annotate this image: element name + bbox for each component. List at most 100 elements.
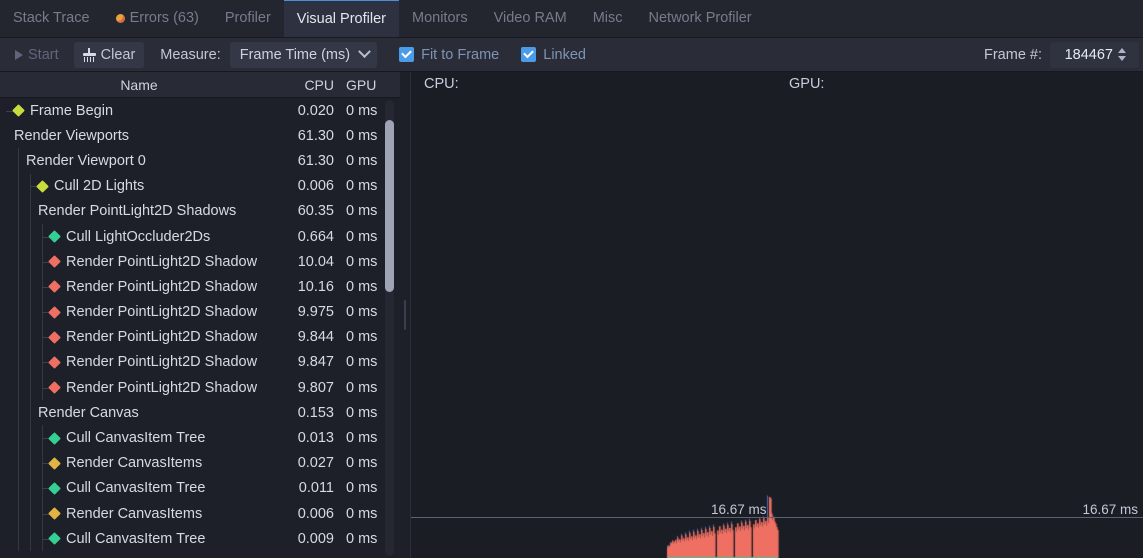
table-row[interactable]: Render Canvas 0.153 0 ms <box>0 400 400 426</box>
frame-number-value[interactable]: 184467 <box>1056 47 1118 63</box>
tree-guide-line <box>30 400 31 426</box>
row-label: Cull CanvasItem Tree <box>66 530 206 547</box>
table-row[interactable]: Render PointLight2D Shadow 10.16 0 ms <box>0 274 400 300</box>
table-row[interactable]: Cull CanvasItem Tree 0.013 0 ms <box>0 425 400 451</box>
profile-tree-pane: Name CPU GPU Frame Begin 0.020 0 ms Render … <box>0 72 400 558</box>
tab-misc[interactable]: Misc <box>580 0 636 37</box>
tab-errors-63[interactable]: Errors (63) <box>103 0 212 37</box>
category-diamond-icon <box>48 532 61 546</box>
category-diamond-icon <box>48 356 61 369</box>
table-row[interactable]: Render CanvasItems 0.027 0 ms <box>0 450 400 476</box>
tab-label: Errors (63) <box>129 10 199 26</box>
tab-network-profiler[interactable]: Network Profiler <box>636 0 765 37</box>
row-label: Frame Begin <box>30 102 114 119</box>
tree-guide-line <box>30 274 31 300</box>
row-name-cell: Cull 2D Lights <box>0 178 278 194</box>
row-cpu-cell: 10.16 <box>297 278 334 295</box>
scrollbar-thumb[interactable] <box>385 120 394 292</box>
category-diamond-icon <box>48 482 61 495</box>
stepper-arrows[interactable] <box>1118 48 1126 61</box>
frame-number-stepper[interactable]: 184467 <box>1050 41 1139 68</box>
column-header-name[interactable]: Name <box>0 77 278 93</box>
row-cpu-cell: 9.975 <box>297 304 334 321</box>
category-diamond-icon <box>48 507 61 520</box>
row-label: Render Canvas <box>38 404 139 421</box>
row-label: Render Viewports <box>14 127 129 144</box>
table-row[interactable]: Render PointLight2D Shadows 60.35 0 ms <box>0 198 400 224</box>
column-header-gpu[interactable]: GPU <box>340 77 400 93</box>
tab-label: Monitors <box>412 10 468 26</box>
row-name-cell: Render Viewport 0 <box>0 153 278 169</box>
start-button[interactable]: Start <box>6 42 68 68</box>
category-diamond-icon <box>48 456 61 470</box>
tree-guide-line <box>30 349 31 376</box>
table-row[interactable]: Cull CanvasItem Tree 0.011 0 ms <box>0 475 400 501</box>
linked-checkbox[interactable]: Linked <box>521 47 586 63</box>
chevron-down-icon[interactable] <box>1118 56 1126 61</box>
pane-splitter[interactable] <box>400 72 410 558</box>
fit-to-frame-label: Fit to Frame <box>421 46 500 63</box>
tree-guide-line <box>30 425 31 451</box>
tree-guide-line <box>18 249 19 275</box>
checkbox-checked-icon <box>399 47 415 62</box>
tree-guide-line <box>18 173 19 199</box>
category-diamond-icon <box>48 280 61 294</box>
tree-rows: Frame Begin 0.020 0 ms Render Viewports 61.3… <box>0 98 400 552</box>
clear-button[interactable]: Clear <box>73 41 145 68</box>
visual-profiler-panel: Stack Trace Errors (63) Profiler Visual Pro… <box>0 0 1143 558</box>
table-row[interactable]: Render PointLight2D Shadow 9.975 0 ms <box>0 299 400 325</box>
row-cpu-cell: 0.027 <box>297 455 334 472</box>
row-cpu-cell: 61.30 <box>297 127 334 144</box>
tree-vertical-scrollbar[interactable] <box>385 100 394 556</box>
table-row[interactable]: Render Viewport 0 61.30 0 ms <box>0 148 400 174</box>
chevron-down-icon <box>358 45 371 59</box>
tree-guide-line <box>18 198 19 224</box>
row-cpu-cell: 0.006 <box>297 178 334 195</box>
table-row[interactable]: Render CanvasItems 0.006 0 ms <box>0 501 400 527</box>
row-label: Render Viewport 0 <box>26 152 146 169</box>
table-row[interactable]: Render Viewports 61.30 0 ms <box>0 123 400 148</box>
tree-guide-line <box>30 198 31 224</box>
row-cpu-cell: 9.844 <box>297 329 334 346</box>
clear-button-label: Clear <box>100 46 136 63</box>
table-row[interactable]: Cull LightOccluder2Ds 0.664 0 ms <box>0 223 400 250</box>
table-row[interactable]: Render PointLight2D Shadow 10.04 0 ms <box>0 249 400 275</box>
row-name-cell: Render Viewports <box>0 128 278 144</box>
tree-header: Name CPU GPU <box>0 72 400 98</box>
tab-visual-profiler[interactable]: Visual Profiler <box>283 0 399 37</box>
threshold-gridline <box>411 517 1143 518</box>
category-diamond-icon <box>48 255 61 269</box>
row-cpu-cell: 10.04 <box>297 253 334 270</box>
table-row[interactable]: Cull 2D Lights 0.006 0 ms <box>0 173 400 199</box>
tree-guide-line <box>18 299 19 325</box>
frame-time-graph-canvas[interactable] <box>411 72 1143 558</box>
table-row[interactable]: Frame Begin 0.020 0 ms <box>0 98 400 123</box>
tree-guide-line <box>30 324 31 350</box>
debugger-tabbar: Stack Trace Errors (63) Profiler Visual Pro… <box>0 0 1143 38</box>
tree-guide-line <box>18 526 19 552</box>
row-cpu-cell: 0.011 <box>298 480 334 497</box>
category-diamond-icon <box>36 179 49 193</box>
category-diamond-icon <box>48 305 61 319</box>
chevron-up-icon[interactable] <box>1118 48 1126 53</box>
threshold-label-cpu: 16.67 ms <box>711 502 767 517</box>
checkbox-checked-icon <box>521 47 537 62</box>
tab-profiler[interactable]: Profiler <box>212 0 284 37</box>
category-diamond-icon <box>48 230 61 243</box>
row-label: Render PointLight2D Shadow <box>66 329 258 346</box>
frame-graph-pane[interactable]: CPU: GPU: 16.67 ms 16.67 ms <box>410 72 1143 558</box>
tree-guide-line <box>18 324 19 350</box>
tab-video-ram[interactable]: Video RAM <box>481 0 580 37</box>
table-row[interactable]: Render PointLight2D Shadow 9.847 0 ms <box>0 349 400 376</box>
table-row[interactable]: Render PointLight2D Shadow 9.844 0 ms <box>0 324 400 350</box>
table-row[interactable]: Render PointLight2D Shadow 9.807 0 ms <box>0 375 400 401</box>
frame-number-label: Frame #: <box>983 46 1042 63</box>
column-header-cpu[interactable]: CPU <box>278 77 340 93</box>
tree-guide-line <box>18 274 19 300</box>
tab-monitors[interactable]: Monitors <box>399 0 481 37</box>
tab-stack-trace[interactable]: Stack Trace <box>0 0 103 37</box>
measure-select[interactable]: Frame Time (ms) <box>229 41 378 68</box>
table-row[interactable]: Cull CanvasItem Tree 0.009 0 ms <box>0 526 400 552</box>
fit-to-frame-checkbox[interactable]: Fit to Frame <box>399 47 499 63</box>
row-cpu-cell: 0.006 <box>297 505 334 522</box>
